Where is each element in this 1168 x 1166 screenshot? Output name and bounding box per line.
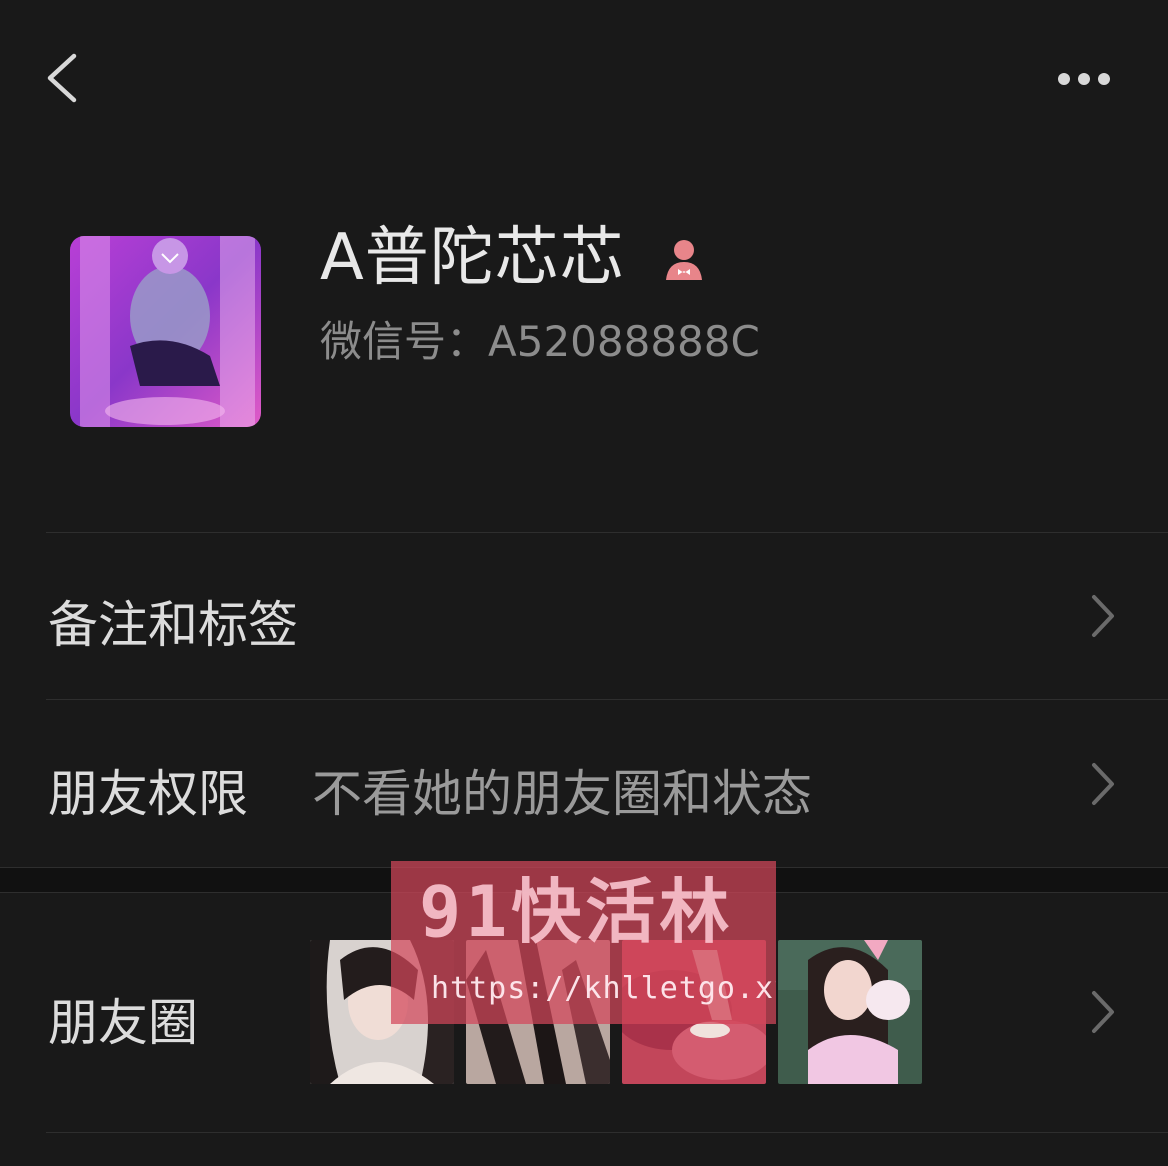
row-value: 不看她的朋友圈和状态 (312, 765, 812, 823)
watermark: 91快活林 https://khlletgo.xyz (391, 861, 776, 1024)
row-label: 备注和标签 (48, 596, 298, 654)
watermark-url: https://khlletgo.xyz (431, 971, 776, 1006)
chevron-right-icon (1092, 595, 1114, 637)
back-button[interactable] (40, 48, 90, 108)
chevron-left-icon (47, 53, 77, 103)
row-label: 朋友圈 (48, 994, 198, 1052)
nickname: A普陀芯芯 (320, 221, 625, 295)
avatar-image (70, 236, 261, 427)
photo-image (778, 940, 922, 1084)
row-label: 朋友权限 (48, 765, 248, 823)
more-horizontal-icon (1058, 73, 1110, 85)
moment-thumbnail[interactable] (778, 940, 922, 1084)
female-icon (660, 236, 708, 284)
more-button[interactable] (1048, 60, 1122, 100)
avatar[interactable] (70, 236, 261, 427)
row-remarks-tags[interactable]: 备注和标签 (0, 533, 1168, 699)
chevron-right-icon (1092, 991, 1114, 1033)
divider (46, 1132, 1168, 1133)
wechat-id: 微信号：A52088888C (320, 317, 760, 366)
watermark-title: 91快活林 (419, 871, 734, 953)
chevron-right-icon (1092, 763, 1114, 805)
row-friend-permissions[interactable]: 朋友权限 不看她的朋友圈和状态 (0, 700, 1168, 867)
